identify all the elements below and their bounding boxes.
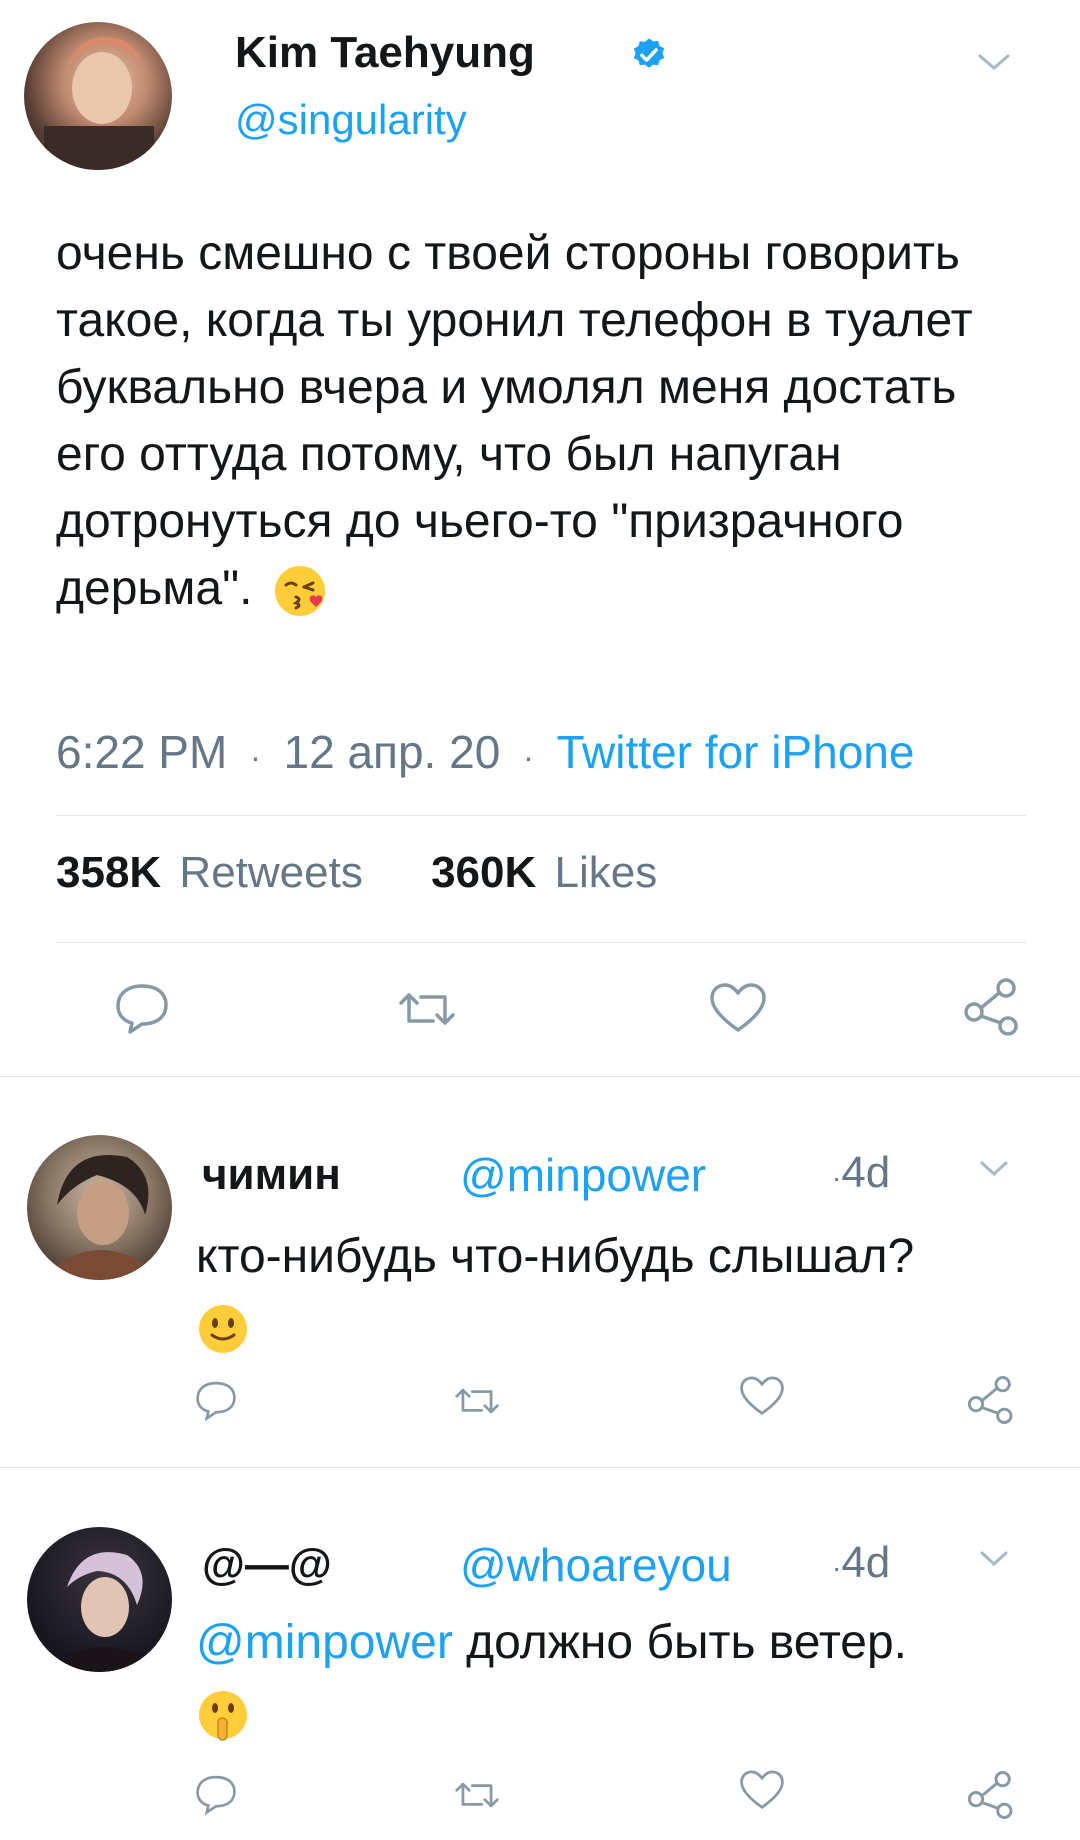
tweet-stats: 358K Retweets 360K Likes [56, 848, 657, 898]
retweets-label: Retweets [179, 848, 363, 897]
retweets-stat[interactable]: 358K Retweets [56, 848, 375, 897]
retweet-icon[interactable] [395, 985, 459, 1033]
share-icon[interactable] [966, 1768, 1016, 1822]
chevron-down-icon[interactable] [976, 50, 1012, 74]
retweet-icon[interactable] [452, 1382, 502, 1420]
author-handle[interactable]: @singularity [235, 96, 467, 144]
likes-label: Likes [554, 848, 658, 897]
divider [56, 815, 1026, 816]
reply-avatar[interactable] [27, 1135, 172, 1280]
slightly-smiling-face-icon [196, 1302, 250, 1356]
like-heart-icon[interactable] [738, 1374, 786, 1418]
reply-time-value: 4d [841, 1148, 891, 1197]
meta-dot: · [250, 739, 261, 775]
reply-time: ·4d [832, 1148, 890, 1198]
share-icon[interactable] [962, 976, 1022, 1038]
retweet-icon[interactable] [452, 1776, 502, 1814]
reply-icon[interactable] [193, 1772, 239, 1816]
reply-body: должно быть ветер. [466, 1616, 908, 1669]
verified-badge-icon [630, 36, 668, 74]
section-divider [0, 1076, 1080, 1077]
chevron-down-icon[interactable] [978, 1158, 1010, 1180]
reply-time: ·4d [832, 1538, 890, 1588]
time-dot: · [832, 1162, 842, 1193]
tweet-body: очень смешно с твоей стороны говорить та… [56, 227, 973, 615]
chevron-down-icon[interactable] [978, 1548, 1010, 1570]
share-icon[interactable] [966, 1373, 1016, 1427]
tweet-source-link[interactable]: Twitter for iPhone [557, 726, 915, 778]
time-dot: · [832, 1552, 842, 1583]
tweet-date: 12 апр. 20 [283, 726, 501, 778]
reply-author-name[interactable]: @—@ [202, 1540, 332, 1590]
tweet-text: очень смешно с твоей стороны говорить та… [56, 220, 1016, 622]
tweet-time: 6:22 PM [56, 726, 228, 778]
reply-text: кто-нибудь что-нибудь слышал? [196, 1222, 1016, 1362]
like-heart-icon[interactable] [738, 1768, 786, 1812]
reply-icon[interactable] [112, 980, 172, 1036]
like-heart-icon[interactable] [708, 980, 768, 1036]
likes-count: 360K [431, 848, 537, 897]
reply-text: @minpower должно быть ветер. [196, 1608, 1016, 1748]
author-avatar[interactable] [24, 22, 172, 170]
reply-author-name[interactable]: чимин [202, 1150, 341, 1200]
face-blowing-kiss-icon [272, 563, 328, 619]
meta-dot: · [523, 739, 534, 775]
mention-link[interactable]: @minpower [196, 1616, 453, 1669]
section-divider [0, 1467, 1080, 1468]
retweets-count: 358K [56, 848, 162, 897]
tweet-meta: 6:22 PM · 12 апр. 20 · Twitter for iPhon… [56, 725, 914, 779]
divider [56, 942, 1026, 943]
likes-stat[interactable]: 360K Likes [431, 848, 657, 897]
reply-body: кто-нибудь что-нибудь слышал? [196, 1230, 915, 1283]
reply-author-handle[interactable]: @minpower [460, 1148, 706, 1202]
reply-avatar[interactable] [27, 1527, 172, 1672]
author-name[interactable]: Kim Taehyung [235, 28, 535, 78]
shushing-face-icon [196, 1688, 250, 1742]
reply-author-handle[interactable]: @whoareyou [460, 1538, 732, 1592]
reply-icon[interactable] [193, 1378, 239, 1422]
reply-time-value: 4d [841, 1538, 891, 1587]
